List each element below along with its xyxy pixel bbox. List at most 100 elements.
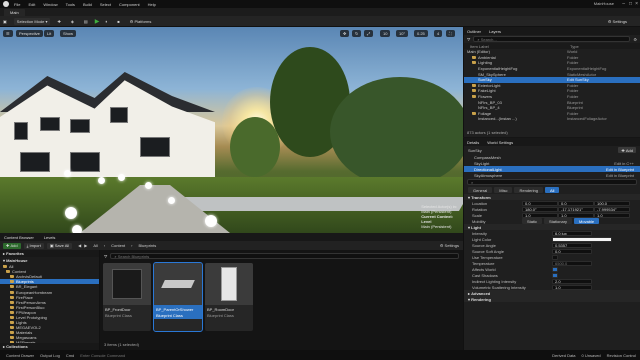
menu-tools[interactable]: Tools xyxy=(66,2,75,7)
show-button[interactable]: Show xyxy=(60,30,77,37)
tab-outliner[interactable]: Outliner xyxy=(467,29,481,34)
asset-tile[interactable]: BP_FrontDoor Blueprint Class xyxy=(103,263,151,331)
content-drawer-button[interactable]: Content Drawer xyxy=(6,353,34,358)
filter-general[interactable]: General xyxy=(468,187,493,193)
rotation-z-field[interactable]: -7.999534° xyxy=(594,206,630,212)
lit-button[interactable]: Lit xyxy=(44,30,55,37)
light-actor-icon[interactable] xyxy=(65,207,77,219)
light-actor-icon[interactable] xyxy=(205,215,217,227)
scale-tool-icon[interactable]: ⤢ xyxy=(364,30,374,37)
cmd-selector[interactable]: Cmd xyxy=(66,353,74,358)
intensity-field[interactable]: 6.0 lux xyxy=(552,230,592,236)
mobility-movable[interactable]: Movable xyxy=(574,218,600,224)
outliner-row[interactable]: Instanced...(Instan ...) InstancedFoliage… xyxy=(464,116,640,122)
breadcrumb-content[interactable]: Content xyxy=(111,243,125,248)
component-edit-link[interactable]: Edit in Blueprint xyxy=(606,167,634,172)
outliner-search-input[interactable]: ⌕ Search... xyxy=(473,36,631,42)
location-y-field[interactable]: 0.0 xyxy=(558,200,594,206)
light-actor-icon[interactable] xyxy=(168,197,175,204)
light-actor-icon[interactable] xyxy=(72,225,82,233)
import-button[interactable]: ⤓ Import xyxy=(23,242,44,249)
location-z-field[interactable]: 100.0 xyxy=(594,200,630,206)
rotate-tool-icon[interactable]: ↻ xyxy=(352,30,362,37)
indirect-intensity-field[interactable]: 2.0 xyxy=(552,278,592,284)
derived-data-button[interactable]: Derived Data xyxy=(552,353,575,358)
scale-snap-button[interactable]: 0.25 xyxy=(414,30,428,37)
source-angle-field[interactable]: 0.5357 xyxy=(552,242,592,248)
light-actor-icon[interactable] xyxy=(118,174,125,181)
play-button-icon[interactable]: ▶ xyxy=(95,18,100,25)
close-icon[interactable]: × xyxy=(635,1,638,7)
menu-build[interactable]: Build xyxy=(83,2,92,7)
cb-settings-button[interactable]: ⚙ Settings xyxy=(440,243,459,248)
temperature-field[interactable]: 6500.0 xyxy=(552,260,592,266)
save-icon[interactable]: ▣ xyxy=(0,18,10,25)
scale-x-field[interactable]: 1.0 xyxy=(522,212,558,218)
nav-back-icon[interactable]: ◀ xyxy=(78,243,81,248)
level-viewport[interactable]: ☰ Perspective Lit Show ✥ ↻ ⤢ 10 10° 0.25… xyxy=(0,27,463,233)
menu-help[interactable]: Help xyxy=(148,2,156,7)
unsaved-button[interactable]: 0 Unsaved xyxy=(582,353,601,358)
blueprint-icon[interactable]: ◈ xyxy=(68,18,77,25)
outliner-settings-icon[interactable]: ⚙ xyxy=(633,37,637,42)
menu-component[interactable]: Component xyxy=(119,2,140,7)
tab-details[interactable]: Details xyxy=(467,140,479,145)
perspective-button[interactable]: Perspective xyxy=(16,30,43,37)
filter-rendering[interactable]: Rendering xyxy=(514,187,543,193)
use-temperature-checkbox[interactable] xyxy=(552,254,558,260)
mobility-stationary[interactable]: Stationary xyxy=(544,218,573,224)
unreal-logo-icon[interactable] xyxy=(3,1,9,7)
grid-snap-button[interactable]: 10 xyxy=(380,30,391,37)
location-x-field[interactable]: 0.0 xyxy=(522,200,558,206)
maximize-viewport-icon[interactable]: ⛶ xyxy=(446,30,455,37)
light-actor-icon[interactable] xyxy=(98,177,105,184)
light-color-swatch[interactable] xyxy=(552,236,612,242)
filter-all[interactable]: All xyxy=(544,187,560,193)
filter-icon[interactable]: ⛛ xyxy=(467,37,470,42)
output-log-button[interactable]: Output Log xyxy=(40,353,60,358)
selection-mode-button[interactable]: Selection Mode ▾ xyxy=(13,17,51,25)
rotation-x-field[interactable]: 180.0° xyxy=(522,206,558,212)
column-type[interactable]: Type xyxy=(570,44,579,49)
favorites-section[interactable]: ▸ Favorites xyxy=(0,250,99,257)
tab-levels[interactable]: Levels xyxy=(44,235,56,240)
menu-file[interactable]: File xyxy=(14,2,20,7)
asset-tile-selected[interactable]: BP_ParentOrShower Blueprint Class xyxy=(153,262,203,332)
source-soft-angle-field[interactable]: 0.0 xyxy=(552,248,592,254)
revision-control-button[interactable]: Revision Control xyxy=(607,353,636,358)
translate-tool-icon[interactable]: ✥ xyxy=(340,30,350,37)
collections-section[interactable]: ▸ Collections xyxy=(0,343,99,350)
add-actor-icon[interactable]: ✚ xyxy=(54,18,63,25)
menu-select[interactable]: Select xyxy=(100,2,111,7)
nav-forward-icon[interactable]: ▶ xyxy=(84,243,87,248)
scale-y-field[interactable]: 1.0 xyxy=(558,212,594,218)
column-item-label[interactable]: Item Label xyxy=(470,44,570,49)
rotation-snap-button[interactable]: 10° xyxy=(396,30,409,37)
asset-tile[interactable]: BP_RoomDoor Blueprint Class xyxy=(205,263,253,331)
mobility-static[interactable]: Static xyxy=(522,218,543,224)
viewport-menu-icon[interactable]: ☰ xyxy=(3,30,13,37)
menu-edit[interactable]: Edit xyxy=(28,2,35,7)
cinematics-icon[interactable]: ▤ xyxy=(81,18,91,25)
details-search-input[interactable]: ⌕ xyxy=(467,179,637,185)
camera-speed-button[interactable]: 4 xyxy=(434,30,443,37)
platforms-button[interactable]: ⚙ Platforms xyxy=(127,18,155,25)
breadcrumb-blueprints[interactable]: Blueprints xyxy=(138,243,156,248)
volumetric-intensity-field[interactable]: 1.0 xyxy=(552,284,592,290)
cast-shadows-checkbox[interactable] xyxy=(552,272,558,278)
rotation-y-field[interactable]: -17.171921° xyxy=(558,206,594,212)
add-button[interactable]: ✚ Add xyxy=(3,242,21,249)
stop-icon[interactable]: ■ xyxy=(114,18,122,25)
component-edit-link[interactable]: Edit in Blueprint xyxy=(606,173,634,178)
asset-search-input[interactable]: ⌕ Search Blueprints xyxy=(110,253,459,259)
filter-misc[interactable]: Misc xyxy=(494,187,513,193)
menu-window[interactable]: Window xyxy=(43,2,57,7)
settings-button[interactable]: ⚙ Settings xyxy=(605,18,630,25)
scale-z-field[interactable]: 1.0 xyxy=(594,212,630,218)
tab-content-browser[interactable]: Content Browser xyxy=(4,235,34,240)
pause-icon[interactable]: ⏸ xyxy=(102,18,110,25)
affects-world-checkbox[interactable] xyxy=(552,266,558,272)
tab-world-settings[interactable]: World Settings xyxy=(487,140,513,145)
project-section[interactable]: ▾ MainHouse xyxy=(0,257,99,264)
tab-layers[interactable]: Layers xyxy=(489,29,501,34)
